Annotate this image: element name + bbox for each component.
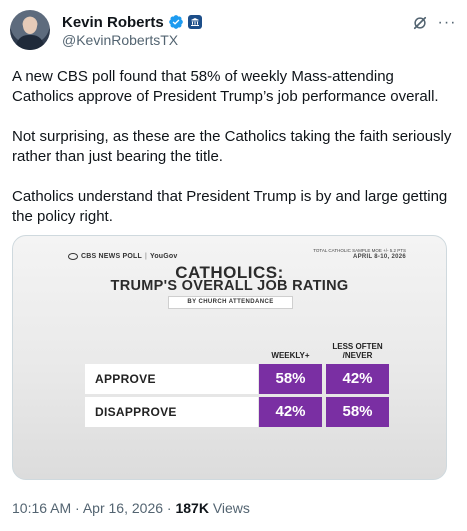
cbs-eye-icon xyxy=(68,253,78,260)
tweet-metadata: 10:16 AM · Apr 16, 2026 · 187K Views xyxy=(12,500,250,516)
tweet-text-paragraph: Catholics understand that President Trum… xyxy=(12,188,448,225)
poll-brand: CBS NEWS POLL | YouGov xyxy=(68,253,177,260)
tweet-date[interactable]: Apr 16, 2026 xyxy=(83,500,163,516)
avatar[interactable] xyxy=(10,10,50,50)
row-label-approve: APPROVE xyxy=(85,364,258,394)
poll-title-line2: TRUMP'S OVERALL JOB RATING xyxy=(110,278,349,294)
government-badge-glyph xyxy=(190,18,199,26)
more-icon[interactable]: ··· xyxy=(437,14,457,32)
tweet-text-paragraph: Not surprising, as these are the Catholi… xyxy=(12,128,452,165)
cell-disapprove-weekly: 42% xyxy=(259,397,322,427)
views-label: Views xyxy=(212,500,250,516)
tweet-card[interactable]: Kevin Roberts @KevinRobertsTX ··· A new … xyxy=(0,0,467,531)
column-header-less-often: LESS OFTEN /NEVER xyxy=(332,342,383,360)
grok-icon[interactable] xyxy=(411,14,429,32)
poll-graphic: CBS NEWS POLL | YouGov TOTAL CATHOLIC SA… xyxy=(13,236,446,479)
tweet-header: Kevin Roberts @KevinRobertsTX ··· xyxy=(10,10,457,54)
metadata-separator: · xyxy=(75,500,80,516)
verified-badge-icon[interactable] xyxy=(168,14,184,30)
government-badge-icon[interactable] xyxy=(187,15,202,29)
author-name-row: Kevin Roberts xyxy=(62,12,202,32)
tweet-text-paragraph: A new CBS poll found that 58% of weekly … xyxy=(12,68,439,105)
author-name[interactable]: Kevin Roberts xyxy=(62,14,164,31)
cell-approve-weekly: 58% xyxy=(259,364,322,394)
views-count[interactable]: 187K xyxy=(175,500,208,516)
tweet-media-image[interactable]: CBS NEWS POLL | YouGov TOTAL CATHOLIC SA… xyxy=(12,235,447,480)
row-label-disapprove: DISAPPROVE xyxy=(85,397,258,427)
poll-date: APRIL 8-10, 2026 xyxy=(352,254,406,260)
avatar-head xyxy=(23,17,37,34)
poll-subtitle: BY CHURCH ATTENDANCE xyxy=(168,296,293,309)
brand-separator: | xyxy=(144,253,147,260)
poll-methodology: TOTAL CATHOLIC SAMPLE MOE +/- 5.2 PTS AP… xyxy=(313,248,406,260)
metadata-separator: · xyxy=(166,500,172,516)
partner-label: YouGov xyxy=(149,253,178,260)
column-header-weekly: WEEKLY+ xyxy=(271,351,310,360)
avatar-suit xyxy=(16,35,44,50)
author-handle[interactable]: @KevinRobertsTX xyxy=(62,32,178,48)
brand-label: CBS NEWS POLL xyxy=(81,253,142,260)
cell-approve-less-often: 42% xyxy=(326,364,389,394)
tweet-time[interactable]: 10:16 AM xyxy=(12,500,71,516)
cell-disapprove-less-often: 58% xyxy=(326,397,389,427)
